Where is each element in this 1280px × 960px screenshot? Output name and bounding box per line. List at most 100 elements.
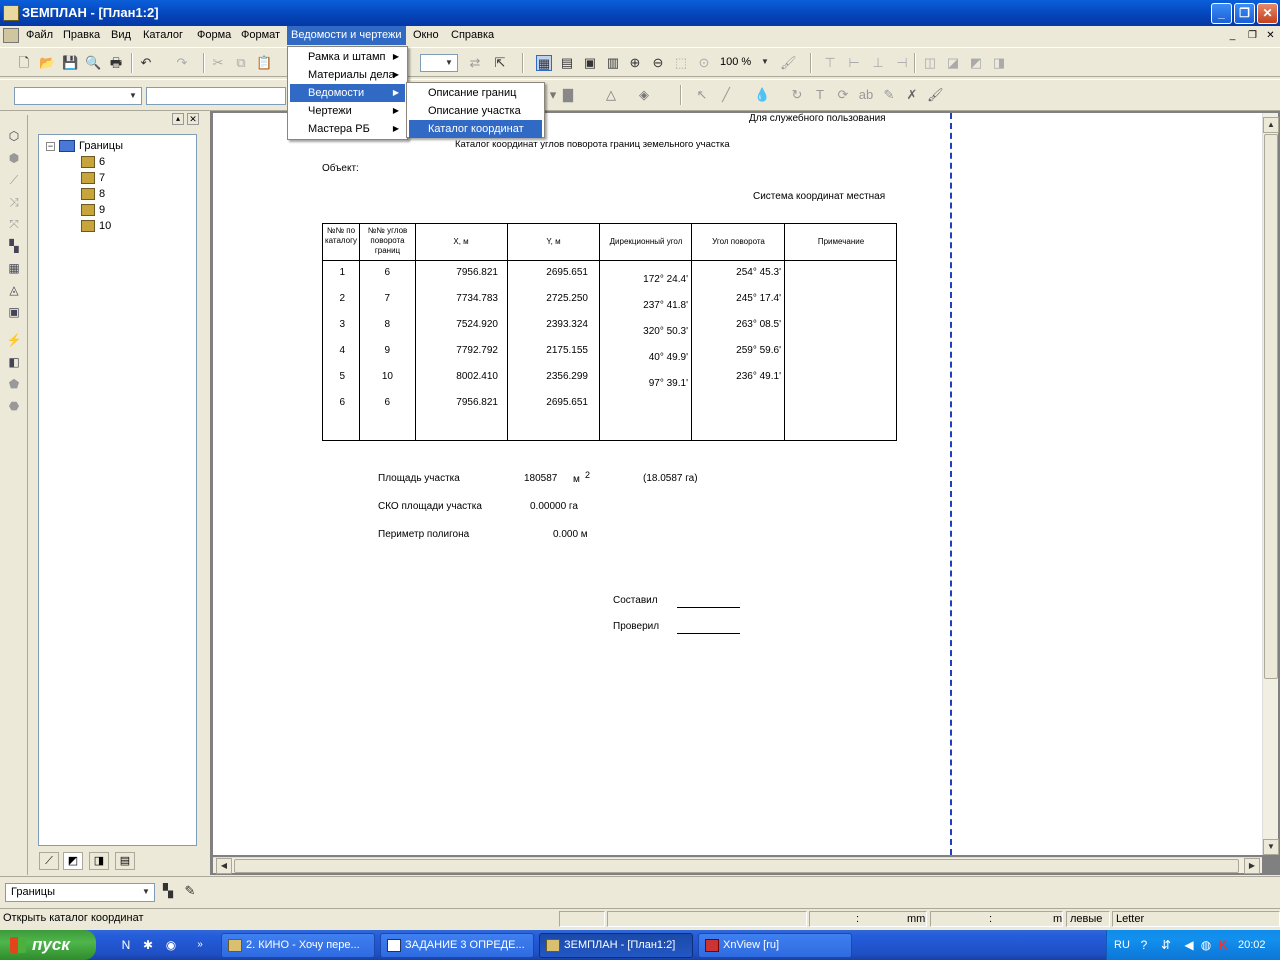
maximize-button[interactable]: ❐ <box>1234 3 1255 24</box>
table-view-icon[interactable]: ▤ <box>559 55 575 71</box>
quicklaunch-bug-icon[interactable]: ✱ <box>140 937 156 953</box>
align-bottom-icon[interactable]: ⊥ <box>870 55 886 71</box>
pen-icon[interactable]: ✎ <box>881 87 897 103</box>
bring-forward-icon[interactable]: ◩ <box>968 55 984 71</box>
layer-properties-icon[interactable]: ▚ <box>160 883 176 899</box>
title-bar[interactable]: ЗЕМПЛАН - [План1:2] _ ❐ ✕ <box>0 0 1280 26</box>
tree-root[interactable]: Границы <box>59 139 123 154</box>
menu-item-parcel-description[interactable]: Описание участка <box>409 102 542 120</box>
menu-item-case-materials[interactable]: Материалы дела ▶ <box>290 66 405 84</box>
properties-icon[interactable]: ▣ <box>6 304 22 320</box>
layers-view-icon[interactable]: ▥ <box>605 55 621 71</box>
horizontal-scroll-thumb[interactable] <box>234 859 1239 873</box>
split-icon[interactable]: ⤨ <box>6 194 22 210</box>
menu-edit[interactable]: Правка <box>59 26 104 45</box>
help-icon[interactable]: ? <box>1136 937 1152 953</box>
menu-item-coordinate-catalog[interactable]: Каталог координат <box>409 120 542 138</box>
tab-sheets-icon[interactable]: ▤ <box>115 852 135 870</box>
arrow-pointer-icon[interactable]: ↖ <box>694 87 710 103</box>
map-view-icon[interactable]: ▣ <box>582 55 598 71</box>
tray-back-icon[interactable]: ◀ <box>1181 937 1197 953</box>
menu-window[interactable]: Окно <box>409 26 443 45</box>
shape-icon[interactable]: ⬟ <box>6 376 22 392</box>
task-button[interactable]: ЗАДАНИЕ 3 ОПРЕДЕ... <box>380 933 534 958</box>
scroll-left-icon[interactable]: ◀ <box>216 858 232 874</box>
tray-network-icon[interactable]: ◍ <box>1198 937 1214 953</box>
brush-icon[interactable]: 🖌 <box>780 55 797 71</box>
merge-icon[interactable]: ⤧ <box>6 216 22 232</box>
paste-icon[interactable]: 📋 <box>256 55 272 71</box>
mdi-minimize-button[interactable]: _ <box>1225 29 1240 43</box>
drop-icon[interactable]: 💧 <box>754 87 770 103</box>
task-button[interactable]: XnView [ru] <box>698 933 852 958</box>
close-button[interactable]: ✕ <box>1257 3 1278 24</box>
align-distribute-icon[interactable]: ⊣ <box>894 55 910 71</box>
open-folder-icon[interactable]: 📂 <box>39 55 55 71</box>
style-combo[interactable]: ▼ <box>420 54 458 72</box>
minimize-button[interactable]: _ <box>1211 3 1232 24</box>
save-icon[interactable]: 💾 <box>62 55 78 71</box>
lightning-icon[interactable]: ⚡ <box>6 332 22 348</box>
panel-collapse-button[interactable]: ▴ <box>172 113 184 125</box>
zoom-all-icon[interactable]: ⊙ <box>696 55 712 71</box>
task-button-active[interactable]: ЗЕМПЛАН - [План1:2] <box>539 933 693 958</box>
text-abc-icon[interactable]: ab <box>858 87 874 103</box>
rotate-icon[interactable]: ↻ <box>789 87 805 103</box>
mdi-restore-button[interactable]: ❐ <box>1245 29 1260 43</box>
zoom-combo[interactable]: 100 % ▼ <box>717 54 773 72</box>
points-icon[interactable]: ▚ <box>6 238 22 254</box>
menu-item-boundary-description[interactable]: Описание границ <box>409 84 542 102</box>
tree-item[interactable]: 9 <box>81 203 105 218</box>
undo-icon[interactable]: ↶ <box>138 55 154 71</box>
grid-table-icon[interactable]: ▦ <box>6 260 22 276</box>
bring-front-icon[interactable]: ◫ <box>922 55 938 71</box>
scroll-up-icon[interactable]: ▲ <box>1263 117 1279 133</box>
menu-form[interactable]: Форма <box>193 26 235 45</box>
page-view-icon[interactable]: ▦ <box>536 55 552 71</box>
menu-file[interactable]: Файл <box>22 26 57 45</box>
chevron-down-icon[interactable]: ▾ <box>545 87 561 103</box>
send-backward-icon[interactable]: ◨ <box>991 55 1007 71</box>
refresh-icon[interactable]: ⇄ <box>467 55 483 71</box>
menu-item-frame-stamp[interactable]: Рамка и штамп ▶ <box>290 48 405 66</box>
quicklaunch-app-icon[interactable]: N <box>118 937 134 953</box>
cut-icon[interactable]: ✂ <box>210 55 226 71</box>
delete-node-icon[interactable]: ✗ <box>904 87 920 103</box>
tree-item[interactable]: 6 <box>81 155 105 170</box>
text-icon[interactable]: T <box>812 87 828 103</box>
vertical-scrollbar[interactable]: ▲ ▼ <box>1262 113 1279 855</box>
start-button[interactable]: пуск <box>0 930 96 960</box>
fill-pattern-icon[interactable]: ▇ <box>560 87 576 103</box>
language-indicator[interactable]: RU <box>1114 939 1130 951</box>
menu-format[interactable]: Формат <box>237 26 284 45</box>
tree-collapse-toggle[interactable]: − <box>46 142 55 151</box>
tree-item[interactable]: 7 <box>81 171 105 186</box>
copy-icon[interactable]: ⧉ <box>233 55 249 71</box>
shape-style-icon[interactable]: ◈ <box>636 87 652 103</box>
draw-polygon-icon[interactable]: ⬡ <box>6 128 22 144</box>
menu-catalog[interactable]: Каталог <box>139 26 187 45</box>
triangle-icon[interactable]: △ <box>603 87 619 103</box>
menu-item-statements[interactable]: Ведомости ▶ <box>290 84 405 102</box>
redo-icon[interactable]: ↷ <box>174 55 190 71</box>
quicklaunch-more-icon[interactable]: » <box>192 937 208 953</box>
vertical-scroll-thumb[interactable] <box>1264 134 1278 679</box>
measure-icon[interactable]: ◬ <box>6 282 22 298</box>
print-preview-icon[interactable]: 🔍 <box>85 55 101 71</box>
zoom-in-icon[interactable]: ⊕ <box>627 55 643 71</box>
layers-icon[interactable]: ◧ <box>6 354 22 370</box>
paint-icon[interactable]: 🖌 <box>927 87 944 103</box>
select-pointer-icon[interactable]: ⇱ <box>492 55 508 71</box>
menu-statements-drawings[interactable]: Ведомости и чертежи <box>287 26 406 45</box>
panel-close-button[interactable]: ✕ <box>187 113 199 125</box>
size-combo[interactable] <box>146 87 286 105</box>
line-icon[interactable]: ╱ <box>718 87 734 103</box>
scroll-down-icon[interactable]: ▼ <box>1263 839 1279 855</box>
object-tree[interactable]: − Границы 6 7 8 9 10 <box>38 134 197 846</box>
menu-help[interactable]: Справка <box>447 26 498 45</box>
menu-item-rb-wizards[interactable]: Мастера РБ ▶ <box>290 120 405 138</box>
group-icon[interactable]: ⬣ <box>6 398 22 414</box>
print-icon[interactable]: 🖶 <box>108 55 124 71</box>
quicklaunch-opera-icon[interactable]: ◉ <box>163 937 179 953</box>
tray-arrow-icon[interactable]: ⇵ <box>1158 937 1174 953</box>
